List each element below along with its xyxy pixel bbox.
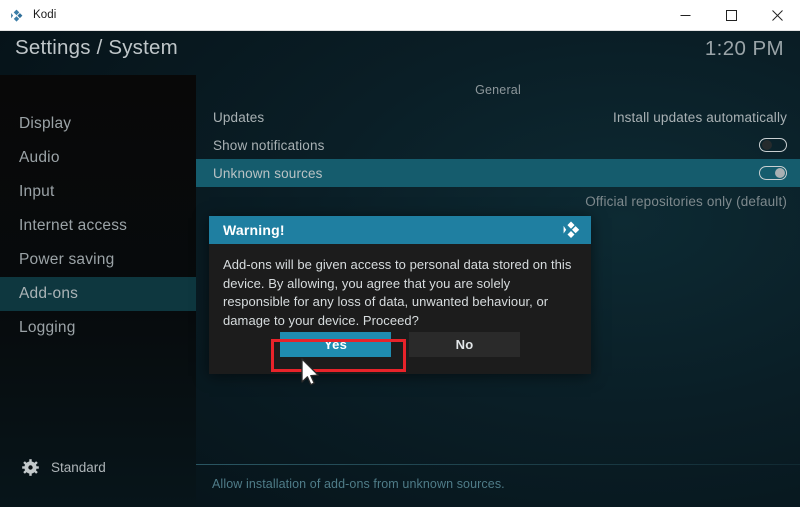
breadcrumb: Settings / System [15, 36, 178, 59]
toggle-switch[interactable] [759, 166, 787, 180]
kodi-app-surface: Settings / System 1:20 PM Display Audio In… [0, 31, 800, 507]
sidebar-item-label: Add-ons [19, 285, 79, 302]
clock: 1:20 PM [704, 37, 784, 60]
setting-row-updates[interactable]: Updates Install updates automatically [196, 103, 800, 131]
dialog-title: Warning! [223, 222, 285, 238]
maximize-button[interactable] [708, 0, 754, 31]
sidebar-item-add-ons[interactable]: Add-ons [0, 277, 196, 311]
kodi-logo-icon [561, 220, 581, 240]
toggle-switch[interactable] [759, 138, 787, 152]
setting-row-row-3[interactable]: Official repositories only (default) [196, 187, 800, 215]
yes-button[interactable]: Yes [280, 332, 391, 357]
settings-sidebar: Display Audio Input Internet access Power sa… [0, 75, 196, 507]
help-separator [196, 464, 800, 465]
toggle-knob [774, 168, 785, 178]
close-button[interactable] [754, 0, 800, 31]
sidebar-item-display[interactable]: Display [0, 107, 196, 141]
window-title: Kodi [33, 9, 57, 21]
sidebar-item-label: Display [19, 115, 72, 132]
setting-row-show-notifications[interactable]: Show notifications [196, 131, 800, 159]
settings-rows: Updates Install updates automatically Show… [196, 103, 800, 215]
sidebar-item-label: Audio [19, 149, 60, 166]
sidebar-item-label: Internet access [19, 217, 128, 234]
sidebar-item-audio[interactable]: Audio [0, 141, 196, 175]
no-button[interactable]: No [409, 332, 520, 357]
minimize-button[interactable] [662, 0, 708, 31]
sidebar-item-label: Power saving [19, 251, 115, 268]
sidebar-item-internet-access[interactable]: Internet access [0, 209, 196, 243]
warning-dialog: Warning! Add-ons will be given access to… [209, 216, 591, 374]
sidebar-list: Display Audio Input Internet access Power sa… [0, 107, 196, 345]
setting-value: Install updates automatically [613, 109, 787, 125]
setting-label: Updates [213, 109, 265, 125]
sidebar-item-power-saving[interactable]: Power saving [0, 243, 196, 277]
setting-row-unknown-sources[interactable]: Unknown sources [196, 159, 800, 187]
sidebar-item-label: Logging [19, 319, 76, 336]
help-text: Allow installation of add-ons from unkno… [212, 477, 505, 491]
sidebar-item-input[interactable]: Input [0, 175, 196, 209]
setting-label: Show notifications [213, 137, 325, 153]
dialog-message: Add-ons will be given access to personal… [223, 257, 572, 328]
kodi-window: Kodi Settings / System 1:20 PM Display Au… [0, 0, 800, 507]
settings-header: Settings / System 1:20 PM [0, 31, 800, 75]
dialog-header: Warning! [209, 216, 591, 244]
dialog-actions: Yes No [209, 332, 591, 357]
sidebar-item-label: Input [19, 183, 55, 200]
gear-icon [22, 458, 39, 476]
setting-label: Unknown sources [213, 165, 323, 181]
window-titlebar: Kodi [0, 0, 800, 31]
sidebar-item-logging[interactable]: Logging [0, 311, 196, 345]
sidebar-level-label: Standard [51, 459, 106, 475]
kodi-logo-icon [9, 8, 24, 23]
sidebar-level-selector[interactable]: Standard [0, 453, 196, 481]
dialog-body: Add-ons will be given access to personal… [209, 244, 591, 330]
window-controls [662, 0, 800, 31]
toggle-knob [761, 140, 772, 150]
settings-group-title: General [475, 83, 521, 97]
setting-value: Official repositories only (default) [585, 193, 787, 209]
